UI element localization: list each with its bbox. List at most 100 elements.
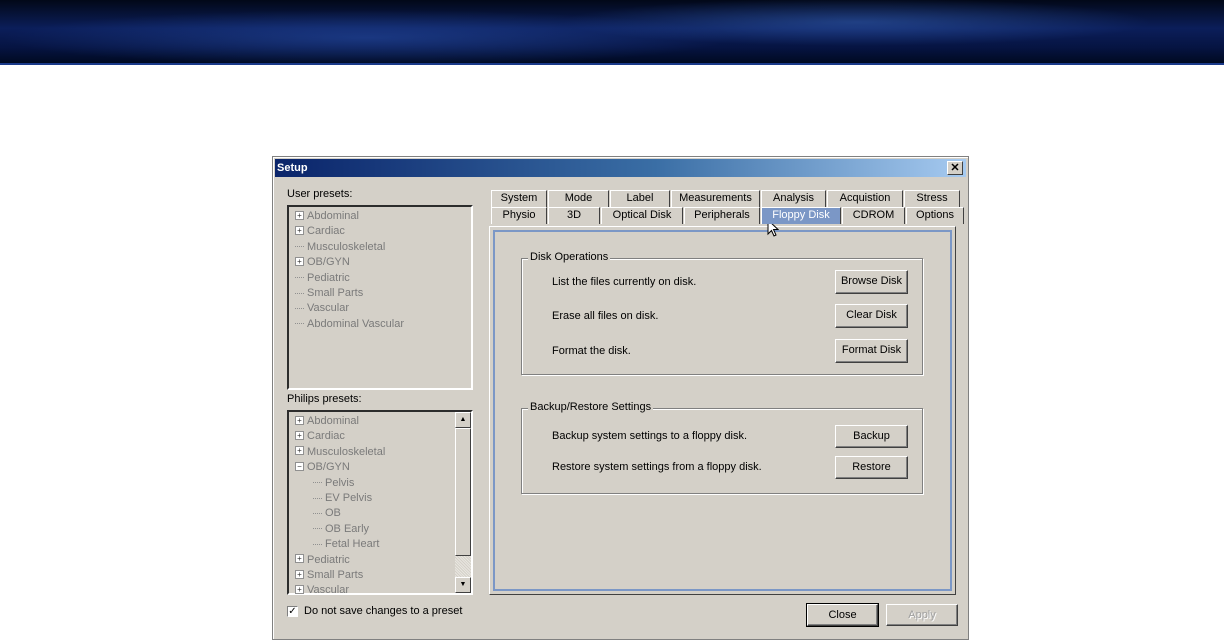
collapse-icon[interactable]: − [295,461,304,471]
tab-stress[interactable]: Stress [904,190,960,207]
erase-files-text: Erase all files on disk. [552,310,659,322]
philips-presets-tree[interactable]: ▲ ▼ + Abdominal + Cardiac + Musculoskeletal − O… [287,410,473,598]
browse-disk-button[interactable]: Browse Disk [835,270,908,294]
tab-optical-disk[interactable]: Optical Disk [601,207,683,224]
tab-analysis[interactable]: Analysis [761,190,826,207]
tree-item-label: EV Pelvis [325,492,373,504]
tree-line [313,543,322,545]
do-not-save-label: Do not save changes to a preset [304,605,463,617]
format-disk-button[interactable]: Format Disk [835,339,908,363]
tree-item-label: Pelvis [325,476,355,489]
tree-item-label: Abdominal [307,415,359,427]
tree-item[interactable]: + Cardiac [295,429,345,444]
tree-item[interactable]: Fetal Heart [313,537,379,552]
tree-item[interactable]: − OB/GYN [295,460,350,475]
tree-item-label: Small Parts [307,569,364,581]
expand-icon[interactable]: + [295,446,304,456]
expand-icon[interactable]: + [295,554,304,564]
user-presets-label: User presets: [287,188,353,200]
tab-options[interactable]: Options [906,207,964,224]
tree-line [295,307,304,309]
setup-dialog: Setup ✕ User presets: + Abdominal + Cardiac… [272,156,969,640]
format-disk-text: Format the disk. [552,345,631,357]
tree-item-label: Vascular [307,302,349,315]
tree-item[interactable]: + Abdominal [295,414,359,429]
dialog-title: Setup [277,162,308,174]
expand-icon[interactable]: + [295,569,304,579]
do-not-save-checkbox[interactable]: ✓ [287,606,298,617]
tree-line [313,497,322,499]
expand-icon[interactable]: + [295,430,304,440]
tab-mode[interactable]: Mode [548,190,609,207]
tree-item-label: Fetal Heart [325,538,380,551]
tab-measurements[interactable]: Measurements [671,190,760,207]
tree-item-label: OB [325,507,341,520]
close-icon[interactable]: ✕ [947,161,963,175]
scroll-down-icon[interactable]: ▼ [455,577,471,593]
tree-line [295,323,304,325]
clear-disk-button[interactable]: Clear Disk [835,304,908,328]
expand-icon[interactable]: + [295,256,304,266]
expand-icon[interactable]: + [295,415,304,425]
tree-item-label: Cardiac [307,225,345,238]
expand-icon[interactable]: + [295,210,304,220]
tree-item[interactable]: + OB/GYN [295,255,350,270]
apply-button[interactable]: Apply [886,604,958,626]
tree-item[interactable]: Pediatric [295,271,350,286]
dialog-titlebar[interactable]: Setup ✕ [275,159,966,177]
tree-item[interactable]: + Small Parts [295,568,363,583]
tree-item-label: OB/GYN [307,461,350,474]
tree-item[interactable]: + Vascular [295,583,349,598]
tree-item-label: OB/GYN [307,256,350,269]
tree-item[interactable]: Abdominal Vascular [295,317,404,332]
tab-physio[interactable]: Physio [491,207,547,224]
backup-button[interactable]: Backup [835,425,908,448]
tree-line [313,482,322,484]
tree-item-label: Cardiac [307,430,345,443]
scroll-up-icon[interactable]: ▲ [455,412,471,428]
checkmark-icon: ✓ [288,606,297,617]
tree-item[interactable]: + Pediatric [295,553,350,568]
tab-3d[interactable]: 3D [548,207,600,224]
tab-acquistion[interactable]: Acquistion [827,190,903,207]
tree-line [295,246,304,248]
tree-item[interactable]: + Abdominal [295,209,359,224]
tree-item-label: Pediatric [307,271,350,284]
restore-button[interactable]: Restore [835,456,908,479]
floppy-disk-panel: Disk Operations List the files currently… [489,226,956,595]
header-banner [0,0,1224,65]
tab-peripherals[interactable]: Peripherals [684,207,760,224]
tree-item[interactable]: Pelvis [313,476,354,491]
tree-item[interactable]: OB [313,506,341,521]
tab-label[interactable]: Label [610,190,670,207]
backup-restore-title: Backup/Restore Settings [528,401,654,413]
tree-item-label: Small Parts [307,287,364,299]
tree-item-label: Pediatric [307,553,350,566]
tree-line [295,292,304,294]
scroll-thumb[interactable] [455,428,471,556]
tab-cdrom[interactable]: CDROM [842,207,905,224]
tree-item[interactable]: EV Pelvis [313,491,372,506]
tab-system[interactable]: System [491,190,547,207]
expand-icon[interactable]: + [295,584,304,594]
expand-icon[interactable]: + [295,225,304,235]
restore-text: Restore system settings from a floppy di… [552,461,762,473]
philips-presets-label: Philips presets: [287,393,362,405]
tree-item[interactable]: Musculoskeletal [295,240,385,255]
user-presets-tree[interactable]: + Abdominal + Cardiac Musculoskeletal + OB/GYN… [287,205,473,390]
tree-item-label: OB Early [325,522,370,535]
tree-item-label: Vascular [307,584,349,597]
tree-line [295,277,304,279]
tree-item[interactable]: OB Early [313,522,369,537]
tree-item-label: Musculoskeletal [307,445,386,458]
backup-text: Backup system settings to a floppy disk. [552,430,748,442]
close-button[interactable]: Close [806,603,879,627]
tree-item[interactable]: + Cardiac [295,224,345,239]
philips-scrollbar[interactable]: ▲ ▼ [455,412,471,593]
tree-item[interactable]: Small Parts [295,286,363,301]
tree-item[interactable]: Vascular [295,301,349,316]
tab-floppy-disk[interactable]: Floppy Disk [761,207,841,224]
tree-item-label: Abdominal [307,210,359,222]
tree-item-label: Musculoskeletal [307,240,386,253]
tree-item[interactable]: + Musculoskeletal [295,445,385,460]
